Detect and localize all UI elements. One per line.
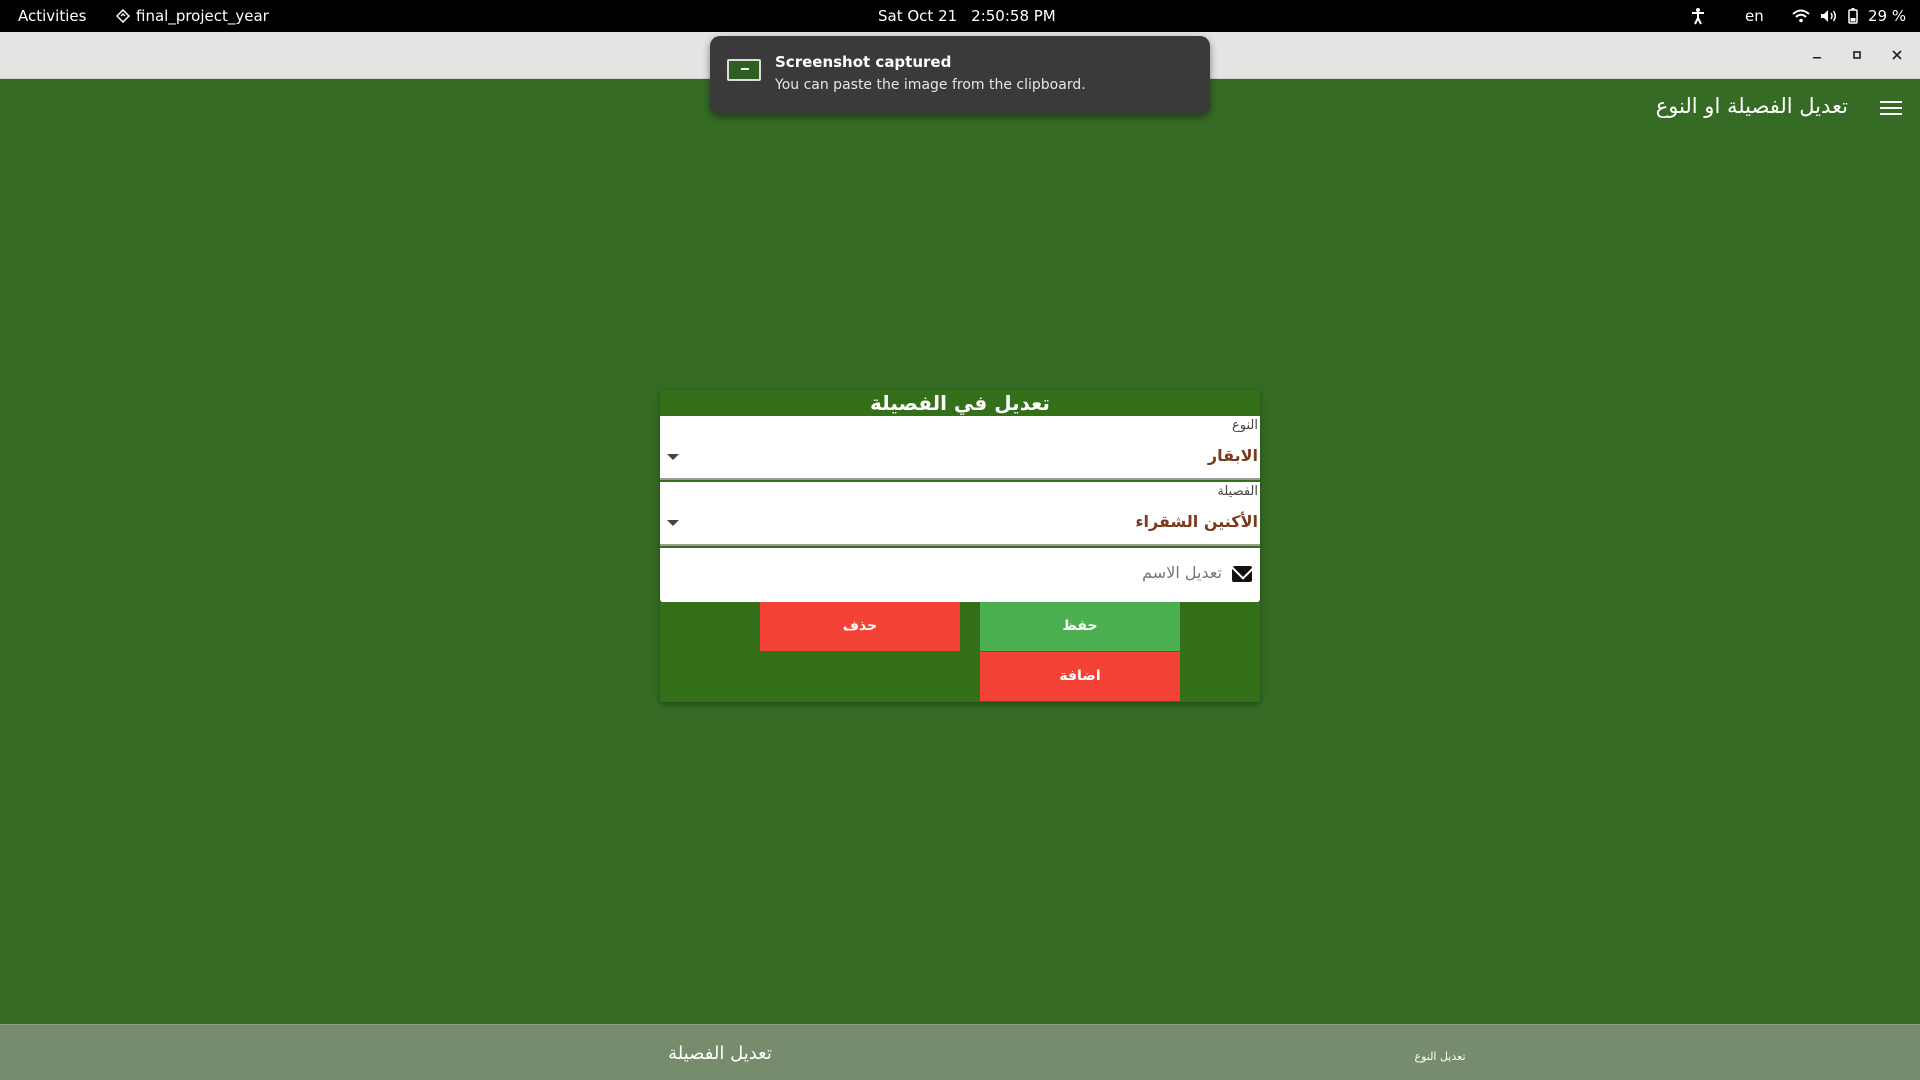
edit-name-input[interactable]: [722, 563, 1222, 582]
maximize-button[interactable]: [1842, 40, 1872, 70]
dropdown-arrow-icon: [667, 454, 679, 460]
clock-date: Sat Oct 21: [878, 7, 958, 25]
type-dropdown-value: الابقار: [1207, 446, 1258, 465]
wifi-icon: [1792, 9, 1810, 23]
tab-edit-type[interactable]: تعديل النوع: [1200, 1025, 1680, 1080]
minimize-icon: [1813, 57, 1821, 59]
screenshot-thumbnail-icon: [727, 59, 761, 81]
volume-icon: [1821, 10, 1836, 22]
screenshot-notification[interactable]: Screenshot captured You can paste the im…: [710, 36, 1210, 114]
card-title: تعديل في الفصيلة: [870, 391, 1050, 415]
hamburger-menu-icon[interactable]: [1880, 98, 1902, 118]
notification-title: Screenshot captured: [775, 53, 952, 71]
dropdown-arrow-icon: [667, 520, 679, 526]
save-button[interactable]: حفظ: [980, 602, 1180, 651]
notification-body: You can paste the image from the clipboa…: [775, 77, 1086, 93]
battery-percent: 29 %: [1868, 7, 1907, 25]
system-status-menu[interactable]: 29 %: [1792, 0, 1906, 32]
email-icon: [1232, 566, 1252, 582]
add-button[interactable]: اضافة: [980, 652, 1180, 701]
type-dropdown-label: النوع: [1232, 418, 1258, 433]
app-menu[interactable]: final_project_year: [116, 0, 269, 32]
language-indicator[interactable]: en: [1745, 0, 1764, 32]
type-dropdown[interactable]: النوع الابقار: [660, 416, 1260, 480]
tab-edit-family[interactable]: تعديل الفصيلة: [480, 1025, 960, 1080]
close-button[interactable]: [1882, 40, 1912, 70]
family-dropdown[interactable]: الفصيلة الأكنين الشقراء: [660, 482, 1260, 546]
minimize-button[interactable]: [1802, 40, 1832, 70]
app-bar-title: تعديل الفصيلة او النوع: [1655, 94, 1848, 118]
clock-time: 2:50:58 PM: [971, 7, 1056, 25]
edit-family-card: تعديل في الفصيلة النوع الابقار الفصيلة ا…: [660, 390, 1260, 702]
bottom-navigation: تعديل الفصيلة تعديل النوع: [0, 1024, 1920, 1080]
accessibility-icon[interactable]: [1690, 0, 1706, 32]
family-dropdown-label: الفصيلة: [1217, 484, 1258, 499]
app-diamond-icon: [116, 9, 130, 23]
maximize-icon: [1853, 51, 1861, 59]
clock[interactable]: Sat Oct 21 2:50:58 PM: [878, 0, 1056, 32]
edit-name-field[interactable]: [660, 548, 1260, 602]
activities-button[interactable]: Activities: [18, 0, 86, 32]
system-top-bar: Activities final_project_year Sat Oct 21…: [0, 0, 1920, 32]
battery-icon: [1848, 8, 1858, 24]
app-name-label: final_project_year: [136, 7, 269, 25]
family-dropdown-value: الأكنين الشقراء: [1135, 512, 1258, 531]
close-icon: [1892, 50, 1902, 60]
delete-button[interactable]: حذف: [760, 602, 960, 651]
